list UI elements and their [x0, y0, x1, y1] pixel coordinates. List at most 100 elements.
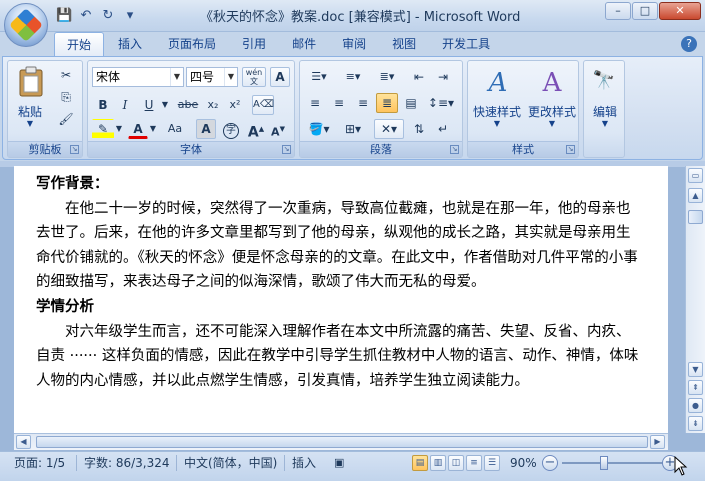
print-layout-icon[interactable]: ▤	[412, 455, 428, 471]
outline-view-icon[interactable]: ≡	[466, 455, 482, 471]
strikethrough-button[interactable]: abe	[176, 95, 200, 115]
tab-references[interactable]: 引用	[230, 32, 278, 56]
chevron-down-icon[interactable]: ▼	[114, 119, 124, 139]
format-painter-icon[interactable]: 🖌	[56, 109, 76, 129]
cut-icon[interactable]: ✂	[56, 65, 76, 85]
draft-view-icon[interactable]: ☰	[484, 455, 500, 471]
customize-icon[interactable]: ▾	[122, 8, 138, 24]
full-screen-reading-icon[interactable]: ▥	[430, 455, 446, 471]
tab-view[interactable]: 视图	[380, 32, 428, 56]
multilevel-list-icon[interactable]: ≣▾	[372, 67, 402, 87]
change-case-button[interactable]: Aa	[162, 119, 188, 139]
tab-review[interactable]: 审阅	[330, 32, 378, 56]
subscript-button[interactable]: x₂	[204, 95, 222, 115]
char-shading-icon[interactable]: A	[196, 119, 216, 139]
shading-icon[interactable]: 🪣▾	[304, 119, 334, 139]
justify-icon[interactable]: ≣	[376, 93, 398, 113]
align-right-icon[interactable]: ≡	[352, 93, 374, 113]
ruler-toggle-icon[interactable]: ▭	[688, 168, 703, 183]
tab-insert[interactable]: 插入	[106, 32, 154, 56]
redo-icon[interactable]: ↻	[100, 8, 116, 24]
word-count[interactable]: 字数: 86/3,324	[84, 452, 170, 474]
scroll-right-icon[interactable]: ▶	[650, 435, 665, 449]
quick-styles-icon: A	[488, 68, 508, 98]
previous-page-icon[interactable]: ⇞	[688, 380, 703, 395]
numbering-icon[interactable]: ≡▾	[338, 67, 368, 87]
zoom-level[interactable]: 90%	[510, 452, 537, 474]
font-launcher-icon[interactable]: ↘	[282, 145, 291, 154]
chevron-down-icon[interactable]: ▼	[148, 119, 158, 139]
font-size-select[interactable]: 四号 ▼	[186, 67, 238, 87]
chevron-down-icon[interactable]: ▼	[160, 95, 170, 115]
font-color-icon[interactable]: A	[128, 119, 148, 139]
undo-icon[interactable]: ↶	[78, 8, 94, 24]
styles-group: A 快速样式 ▼ A 更改样式 ▼ 样式 ↘	[467, 60, 579, 158]
clipboard-launcher-icon[interactable]: ↘	[70, 145, 79, 154]
tab-developer[interactable]: 开发工具	[430, 32, 502, 56]
borders-icon[interactable]: ⊞▾	[338, 119, 368, 139]
next-page-icon[interactable]: ⇟	[688, 416, 703, 431]
macro-record-icon[interactable]: ▣	[334, 452, 344, 474]
bold-button[interactable]: B	[94, 95, 112, 115]
office-logo-icon	[9, 8, 43, 42]
show-marks-icon[interactable]: ↵	[432, 119, 454, 139]
tab-home[interactable]: 开始	[54, 32, 105, 56]
scroll-left-icon[interactable]: ◀	[16, 435, 31, 449]
title-bar: 💾 ↶ ↻ ▾ 《秋天的怀念》教案.doc [兼容模式] - Microsoft…	[0, 0, 705, 32]
tab-mailings[interactable]: 邮件	[280, 32, 328, 56]
editing-group-label	[584, 141, 624, 157]
enclose-char-icon[interactable]: 字	[220, 119, 242, 139]
chevron-down-icon: ▼	[170, 68, 183, 86]
paragraph-launcher-icon[interactable]: ↘	[450, 145, 459, 154]
zoom-slider-track[interactable]	[562, 462, 666, 464]
minimize-button[interactable]: –	[605, 2, 631, 20]
clear-formatting-icon[interactable]: A⌫	[252, 95, 274, 115]
increase-indent-icon[interactable]: ⇥	[432, 67, 454, 87]
shrink-font-icon[interactable]: A▼	[268, 119, 288, 139]
paragraph-learning-analysis: 对六年级学生而言，还不可能深入理解作者在本文中所流露的痛苦、失望、反省、内疚、自…	[36, 323, 639, 389]
language-indicator[interactable]: 中文(简体，中国)	[184, 452, 277, 474]
maximize-button[interactable]: □	[632, 2, 658, 20]
scroll-thumb[interactable]	[688, 210, 703, 224]
editing-button[interactable]: 🔭	[588, 65, 620, 105]
browse-object-icon[interactable]: ●	[688, 398, 703, 413]
office-button[interactable]	[4, 3, 48, 47]
copy-icon[interactable]: ⎘	[56, 87, 76, 107]
horizontal-scroll-thumb[interactable]	[36, 436, 648, 448]
close-button[interactable]: ✕	[659, 2, 701, 20]
asian-layout-icon[interactable]: ✕▾	[374, 119, 404, 139]
superscript-button[interactable]: x²	[226, 95, 244, 115]
zoom-out-icon[interactable]: −	[542, 455, 558, 471]
underline-button[interactable]: U	[140, 95, 158, 115]
bullets-icon[interactable]: ☰▾	[304, 67, 334, 87]
insert-mode[interactable]: 插入	[292, 452, 316, 474]
font-name-select[interactable]: 宋体 ▼	[92, 67, 184, 87]
grow-font-icon[interactable]: A▲	[246, 119, 266, 141]
ribbon-tabs: 开始 插入 页面布局 引用 邮件 审阅 视图 开发工具	[0, 32, 705, 56]
distributed-icon[interactable]: ▤	[400, 93, 422, 113]
highlight-icon[interactable]: ✎	[92, 119, 114, 139]
decrease-indent-icon[interactable]: ⇤	[408, 67, 430, 87]
italic-button[interactable]: I	[116, 95, 134, 115]
phonetic-guide-button[interactable]: wén 文	[242, 67, 266, 87]
line-spacing-icon[interactable]: ↕≡▾	[426, 93, 456, 113]
char-border-icon[interactable]: A	[270, 67, 290, 87]
page-indicator[interactable]: 页面: 1/5	[14, 452, 65, 474]
document-page[interactable]: 写作背景： 在他二十一岁的时候，突然得了一次重病，导致高位截瘫，也就是在那一年，…	[14, 166, 668, 433]
paragraph-group-label: 段落	[300, 141, 462, 157]
align-center-icon[interactable]: ≡	[328, 93, 350, 113]
web-layout-icon[interactable]: ◫	[448, 455, 464, 471]
scroll-up-icon[interactable]: ▲	[688, 188, 703, 203]
tab-page-layout[interactable]: 页面布局	[156, 32, 228, 56]
help-icon[interactable]: ?	[681, 36, 697, 52]
styles-launcher-icon[interactable]: ↘	[566, 145, 575, 154]
horizontal-scrollbar[interactable]: ◀ ▶	[14, 433, 668, 450]
zoom-slider-thumb[interactable]	[600, 456, 608, 470]
sort-icon[interactable]: ⇅	[408, 119, 430, 139]
quick-styles-label: 快速样式	[472, 105, 521, 119]
scroll-down-icon[interactable]: ▼	[688, 362, 703, 377]
align-left-icon[interactable]: ≡	[304, 93, 326, 113]
document-body[interactable]: 写作背景： 在他二十一岁的时候，突然得了一次重病，导致高位截瘫，也就是在那一年，…	[36, 172, 640, 393]
save-icon[interactable]: 💾	[56, 8, 72, 24]
vertical-scrollbar[interactable]: ▭ ▲ ▼ ⇞ ● ⇟	[685, 166, 705, 433]
